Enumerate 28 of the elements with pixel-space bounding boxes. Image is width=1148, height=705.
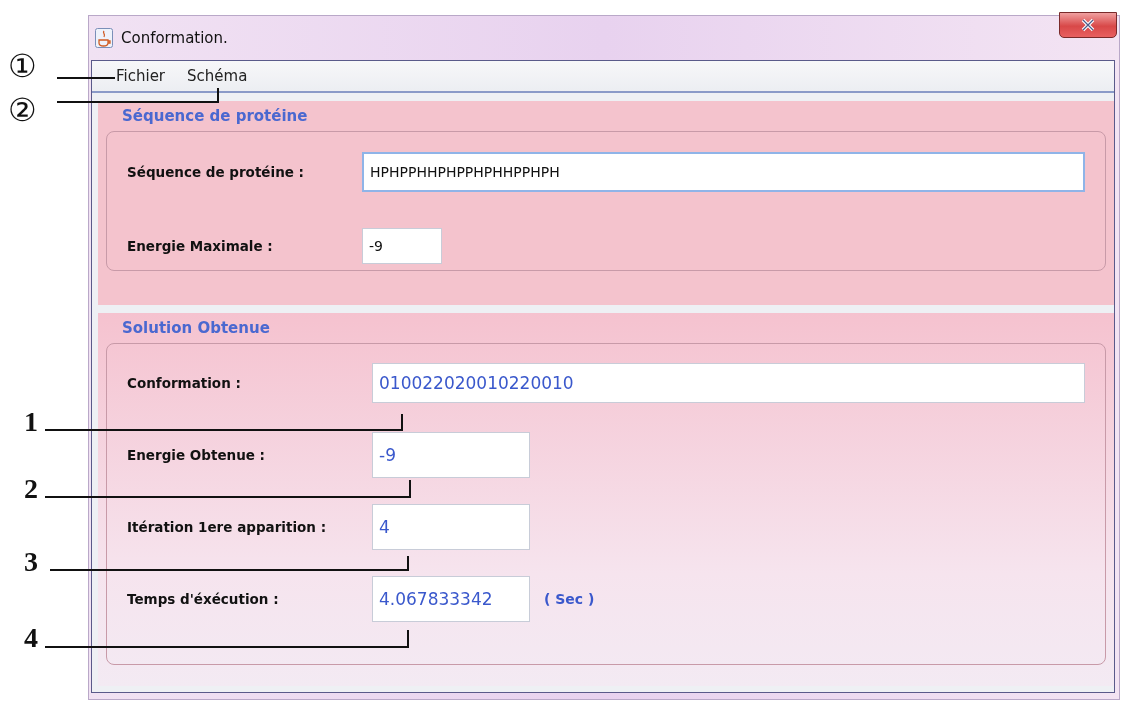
callout-number: ② [8,94,37,126]
field-label: Energie Obtenue : [127,447,267,463]
field-label: Séquence de protéine : [127,164,305,180]
cup-icon [95,28,113,48]
callout-number: 2 [24,475,38,503]
field-label: Temps d'éxécution : [127,591,280,607]
text-field[interactable]: HPHPPHHPHPPHPHHPPHPH [362,152,1085,192]
callout-number: 4 [24,624,38,652]
section-title: Séquence de protéine [122,107,309,125]
field-label: Conformation : [127,375,242,391]
field-label: Energie Maximale : [127,238,274,254]
window-title: Conformation. [121,29,228,47]
field-label: Itération 1ere apparition : [127,519,328,535]
menu-item[interactable]: Fichier [116,67,166,85]
unit-label: ( Sec ) [544,591,595,607]
text-field[interactable]: 010022020010220010 [372,363,1085,403]
callout-number: ① [8,50,37,82]
text-field[interactable]: -9 [362,228,442,264]
close-icon [1080,18,1096,32]
menu-item[interactable]: Schéma [187,67,248,85]
leader-line [56,77,116,79]
section-title: Solution Obtenue [122,319,271,337]
text-field[interactable]: 4 [372,504,530,550]
text-field[interactable]: -9 [372,432,530,478]
callout-number: 3 [24,548,38,576]
callout-number: 1 [24,408,38,436]
close-button[interactable] [1059,12,1117,38]
text-field[interactable]: 4.067833342 [372,576,530,622]
